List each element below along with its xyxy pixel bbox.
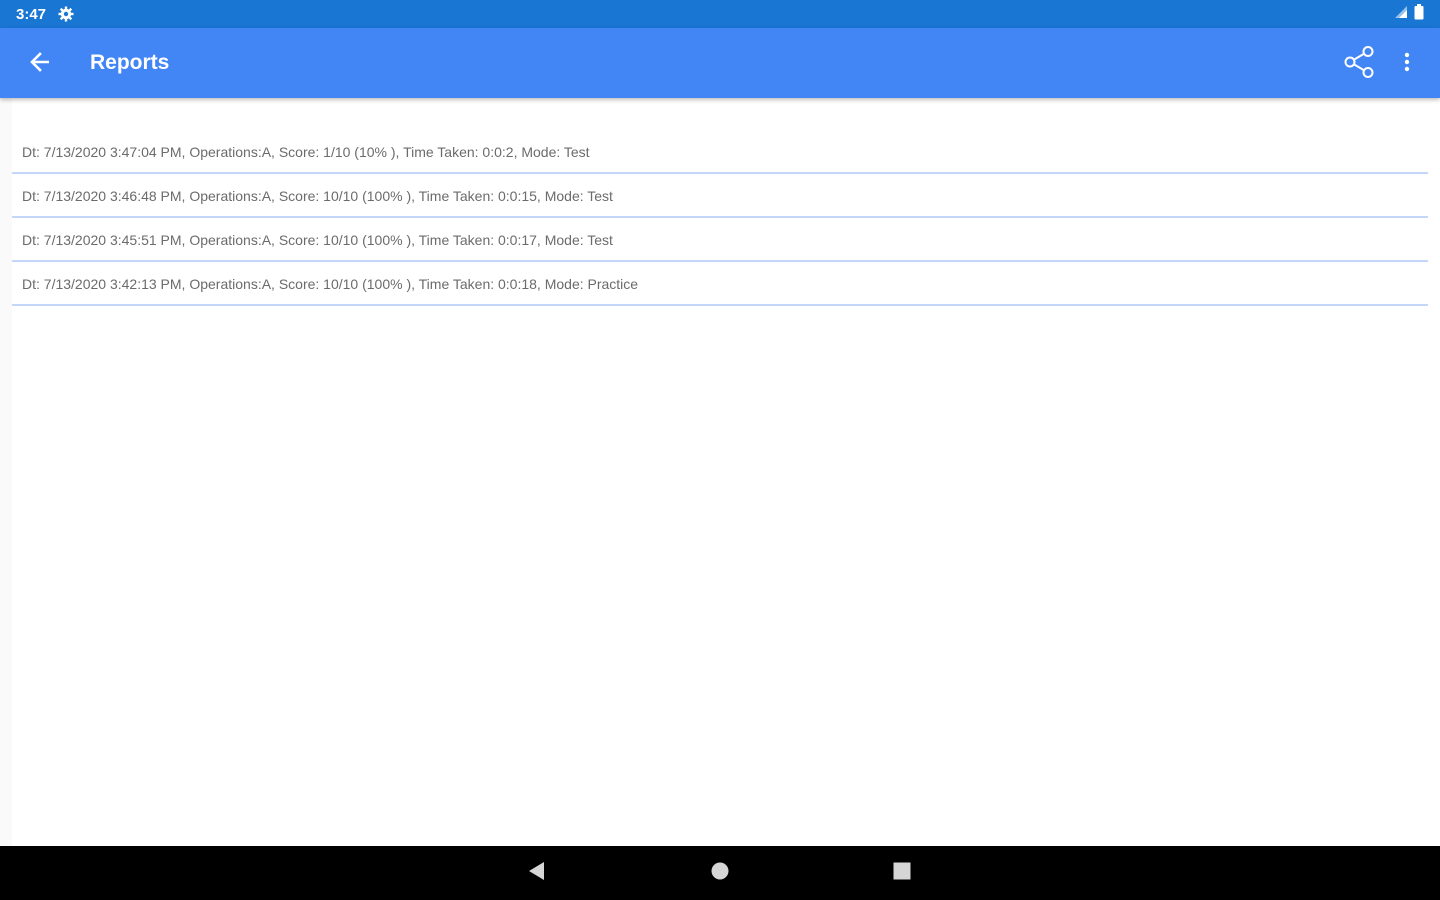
status-indicators	[1394, 3, 1424, 25]
nav-home-button[interactable]	[705, 858, 735, 888]
arrow-left-icon	[29, 51, 51, 77]
app-bar: Reports	[0, 28, 1440, 98]
nav-recents-icon	[892, 861, 912, 886]
signal-icon	[1394, 5, 1408, 24]
report-text: Dt: 7/13/2020 3:47:04 PM, Operations:A, …	[22, 144, 590, 160]
report-text: Dt: 7/13/2020 3:42:13 PM, Operations:A, …	[22, 276, 639, 292]
status-time: 3:47	[16, 5, 47, 23]
gear-icon	[58, 6, 74, 22]
nav-home-icon	[710, 861, 730, 886]
report-text: Dt: 7/13/2020 3:46:48 PM, Operations:A, …	[22, 188, 613, 204]
page-title: Reports	[90, 51, 170, 74]
more-options-button[interactable]	[1394, 47, 1420, 81]
navigation-bar	[0, 846, 1440, 900]
nav-recents-button[interactable]	[887, 858, 917, 888]
nav-back-button[interactable]	[522, 858, 552, 888]
report-list: Dt: 7/13/2020 3:47:04 PM, Operations:A, …	[12, 130, 1428, 306]
status-bar: 3:47	[0, 0, 1440, 28]
back-button[interactable]	[22, 49, 58, 79]
list-item[interactable]: Dt: 7/13/2020 3:45:51 PM, Operations:A, …	[12, 218, 1428, 262]
reports-content: Dt: 7/13/2020 3:47:04 PM, Operations:A, …	[12, 98, 1440, 846]
list-item[interactable]: Dt: 7/13/2020 3:47:04 PM, Operations:A, …	[12, 130, 1428, 174]
share-icon	[1342, 45, 1376, 83]
share-button[interactable]	[1340, 45, 1378, 83]
more-vert-icon	[1404, 52, 1410, 77]
battery-icon	[1414, 3, 1424, 25]
nav-back-icon	[528, 861, 546, 886]
list-item[interactable]: Dt: 7/13/2020 3:46:48 PM, Operations:A, …	[12, 174, 1428, 218]
report-text: Dt: 7/13/2020 3:45:51 PM, Operations:A, …	[22, 232, 613, 248]
list-item[interactable]: Dt: 7/13/2020 3:42:13 PM, Operations:A, …	[12, 262, 1428, 306]
